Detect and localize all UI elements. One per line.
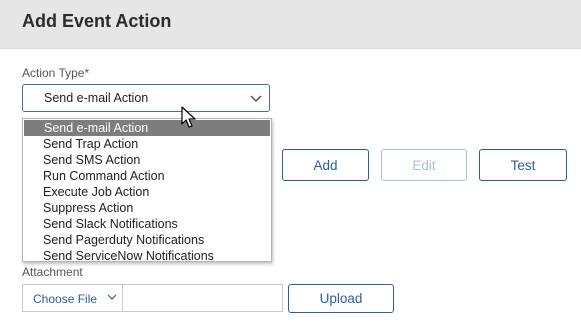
dropdown-option-servicenow[interactable]: Send ServiceNow Notifications — [23, 248, 271, 264]
test-button[interactable]: Test — [479, 149, 567, 181]
chevron-down-icon — [250, 95, 262, 102]
chevron-down-icon — [107, 294, 117, 300]
attachment-label: Attachment — [22, 265, 83, 279]
choose-file-button[interactable]: Choose File — [23, 285, 123, 311]
add-event-action-page: Add Event Action Action Type* Send e-mai… — [0, 0, 581, 330]
edit-button[interactable]: Edit — [381, 149, 467, 181]
add-button[interactable]: Add — [282, 149, 369, 181]
dropdown-option-trap[interactable]: Send Trap Action — [23, 136, 271, 152]
dropdown-option-slack[interactable]: Send Slack Notifications — [23, 216, 271, 232]
dropdown-option-pagerduty[interactable]: Send Pagerduty Notifications — [23, 232, 271, 248]
action-type-dropdown-list: Send e-mail Action Send Trap Action Send… — [22, 118, 272, 264]
action-type-select[interactable]: Send e-mail Action — [22, 84, 270, 112]
choose-file-label: Choose File — [33, 292, 98, 306]
action-type-selected-value: Send e-mail Action — [44, 91, 149, 105]
page-title: Add Event Action — [22, 11, 172, 31]
dropdown-option-execute-job[interactable]: Execute Job Action — [23, 184, 271, 200]
dropdown-option-email[interactable]: Send e-mail Action — [24, 120, 270, 136]
dropdown-option-run-command[interactable]: Run Command Action — [23, 168, 271, 184]
action-type-label: Action Type* — [22, 66, 90, 80]
file-input-group: Choose File — [22, 284, 283, 312]
upload-button[interactable]: Upload — [288, 284, 394, 313]
mouse-pointer-icon — [181, 106, 196, 128]
dropdown-option-suppress[interactable]: Suppress Action — [23, 200, 271, 216]
page-header: Add Event Action — [0, 0, 581, 49]
dropdown-option-sms[interactable]: Send SMS Action — [23, 152, 271, 168]
